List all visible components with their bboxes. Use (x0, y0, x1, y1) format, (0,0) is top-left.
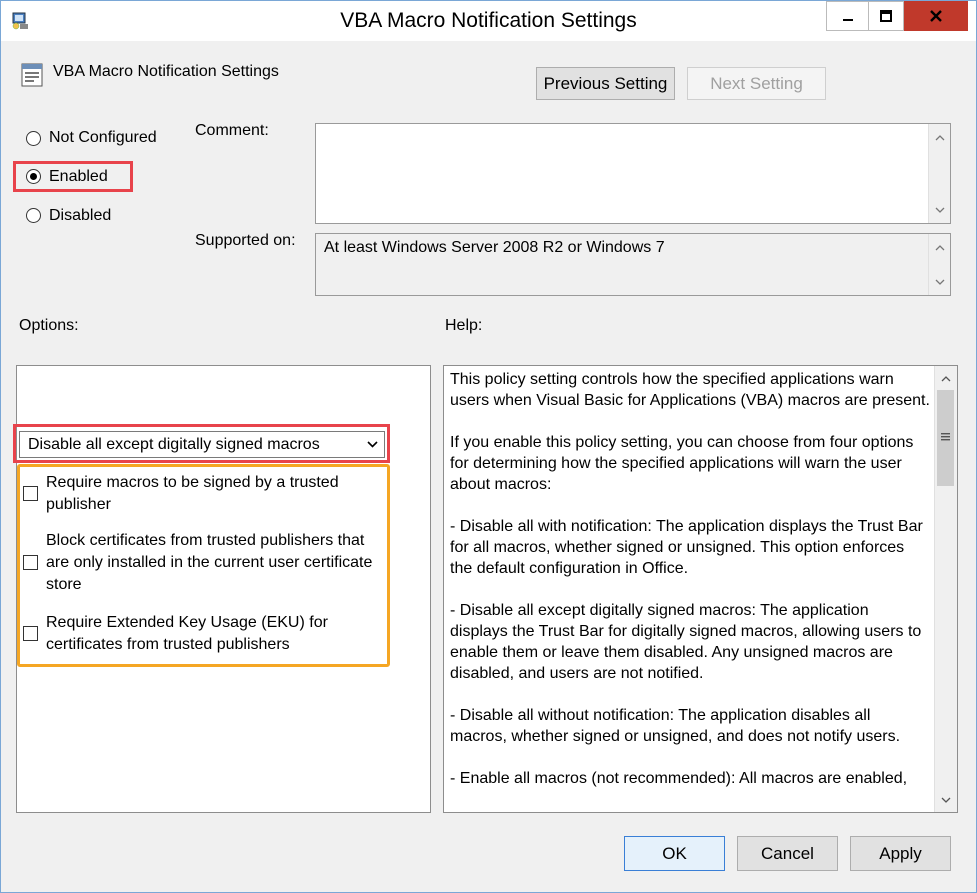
minimize-button[interactable] (826, 1, 869, 31)
close-icon (930, 10, 942, 22)
help-paragraph: - Disable all except digitally signed ma… (450, 602, 922, 682)
disabled-label[interactable]: Disabled (49, 207, 111, 225)
not-configured-radio[interactable] (26, 131, 41, 146)
help-paragraph: - Disable all without notification: The … (450, 707, 901, 745)
comment-label: Comment: (195, 122, 269, 139)
apply-button[interactable]: Apply (850, 836, 951, 871)
scroll-down-icon[interactable] (929, 199, 950, 220)
help-text: This policy setting controls how the spe… (450, 369, 930, 810)
dialog-window: VBA Macro Notification Settings VBA Macr… (0, 0, 977, 893)
help-paragraph: - Disable all with notification: The app… (450, 518, 923, 577)
dropdown-value: Disable all except digitally signed macr… (28, 436, 320, 453)
scroll-down-icon[interactable] (929, 271, 950, 292)
close-button[interactable] (904, 1, 968, 31)
help-paragraph: If you enable this policy setting, you c… (450, 434, 914, 493)
enabled-radio[interactable] (26, 169, 41, 184)
supported-on-field: At least Windows Server 2008 R2 or Windo… (315, 233, 951, 296)
previous-setting-button[interactable]: Previous Setting (536, 67, 675, 100)
require-eku-label[interactable]: Require Extended Key Usage (EKU) for cer… (46, 612, 366, 656)
cancel-button[interactable]: Cancel (737, 836, 838, 871)
chevron-down-icon (367, 441, 378, 448)
supported-on-value: At least Windows Server 2008 R2 or Windo… (324, 239, 665, 256)
help-paragraph: This policy setting controls how the spe… (450, 371, 930, 409)
disabled-radio[interactable] (26, 208, 41, 223)
supported-on-label: Supported on: (195, 232, 296, 249)
scroll-down-icon[interactable] (935, 789, 956, 810)
help-scrollbar[interactable] (934, 366, 957, 812)
policy-setting-icon (21, 63, 43, 87)
scroll-up-icon[interactable] (929, 237, 950, 258)
supported-scrollbar[interactable] (928, 234, 950, 295)
comment-scrollbar[interactable] (928, 124, 950, 223)
ok-button[interactable]: OK (624, 836, 725, 871)
scroll-up-icon[interactable] (935, 368, 956, 389)
macro-mode-dropdown[interactable]: Disable all except digitally signed macr… (19, 431, 385, 458)
maximize-icon (880, 10, 892, 22)
help-panel: This policy setting controls how the spe… (443, 365, 958, 813)
require-eku-checkbox[interactable] (23, 626, 38, 641)
minimize-icon (842, 19, 853, 21)
block-user-store-certs-checkbox[interactable] (23, 555, 38, 570)
options-label: Options: (19, 317, 79, 334)
scroll-up-icon[interactable] (929, 127, 950, 148)
grip-icon (941, 433, 950, 441)
maximize-button[interactable] (869, 1, 904, 31)
setting-name: VBA Macro Notification Settings (53, 63, 279, 80)
block-user-store-certs-label[interactable]: Block certificates from trusted publishe… (46, 530, 388, 596)
scrollbar-thumb[interactable] (937, 390, 954, 486)
require-trusted-publisher-label[interactable]: Require macros to be signed by a trusted… (46, 472, 376, 516)
title-bar: VBA Macro Notification Settings (1, 1, 976, 41)
require-trusted-publisher-checkbox[interactable] (23, 486, 38, 501)
enabled-label[interactable]: Enabled (49, 168, 108, 186)
next-setting-button[interactable]: Next Setting (687, 67, 826, 100)
help-label: Help: (445, 317, 483, 334)
not-configured-label[interactable]: Not Configured (49, 129, 157, 147)
help-paragraph: - Enable all macros (not recommended): A… (450, 770, 908, 787)
comment-textarea[interactable] (315, 123, 951, 224)
